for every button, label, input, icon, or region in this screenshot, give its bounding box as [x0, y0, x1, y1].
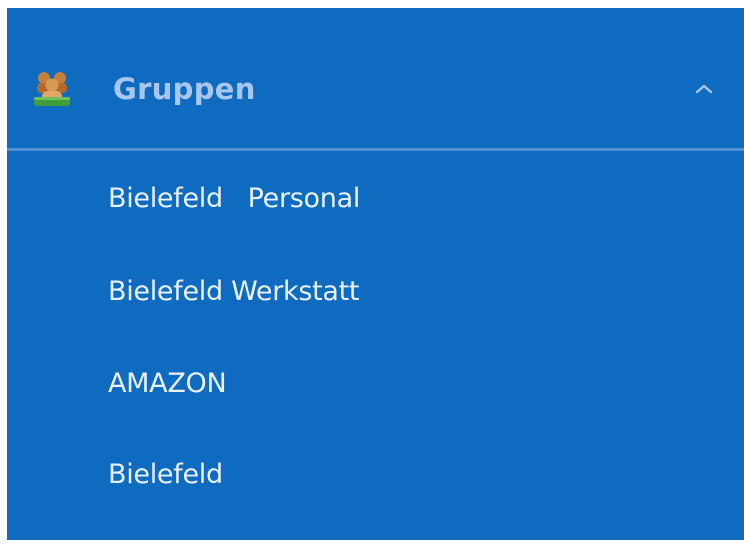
group-users-icon	[34, 72, 70, 106]
group-item-amazon[interactable]: AMAZON	[7, 350, 744, 420]
group-item-bielefeld-personal[interactable]: Bielefeld Personal	[7, 163, 744, 233]
section-divider	[7, 148, 744, 151]
group-item-label: AMAZON	[108, 368, 227, 399]
group-item-label: Bielefeld Werkstatt	[108, 276, 360, 307]
group-item-bielefeld-werkstatt[interactable]: Bielefeld Werkstatt	[7, 258, 744, 328]
group-item-bielefeld[interactable]: Bielefeld	[7, 441, 744, 511]
group-item-label: Bielefeld	[108, 459, 223, 490]
groups-section-header[interactable]: Gruppen	[7, 8, 744, 148]
groups-section-title: Gruppen	[113, 72, 256, 106]
group-item-label: Bielefeld Personal	[108, 183, 361, 214]
chevron-up-icon[interactable]	[693, 82, 715, 96]
groups-sidebar-panel: Gruppen Bielefeld Personal Bielefeld Wer…	[7, 8, 744, 540]
